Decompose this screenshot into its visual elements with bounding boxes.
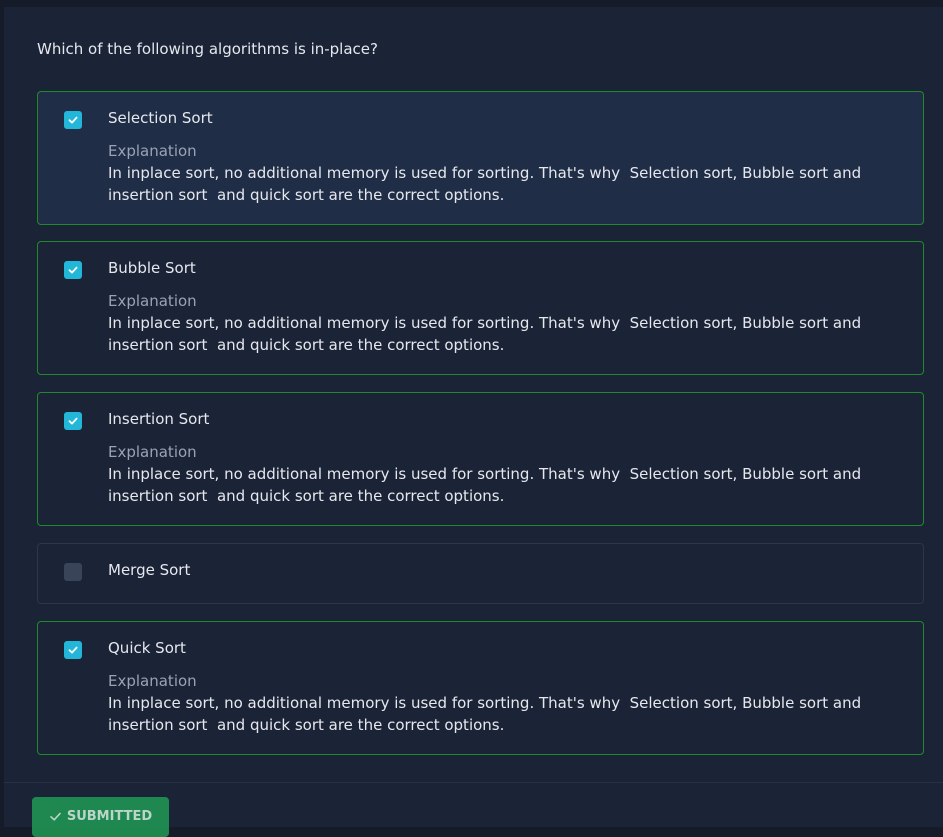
option-merge-sort[interactable]: Merge Sort bbox=[37, 543, 924, 604]
check-icon bbox=[50, 812, 61, 821]
option-bubble-sort[interactable]: Bubble Sort Explanation In inplace sort,… bbox=[37, 241, 924, 375]
option-label: Bubble Sort bbox=[108, 259, 196, 277]
explanation-text: In inplace sort, no additional memory is… bbox=[108, 694, 866, 734]
option-label: Selection Sort bbox=[108, 109, 213, 127]
divider bbox=[4, 782, 943, 783]
explanation-text: In inplace sort, no additional memory is… bbox=[108, 164, 866, 204]
explanation-text: In inplace sort, no additional memory is… bbox=[108, 314, 866, 354]
explanation-text: In inplace sort, no additional memory is… bbox=[108, 465, 866, 505]
check-icon bbox=[68, 116, 78, 124]
checkbox-checked[interactable] bbox=[64, 412, 82, 430]
check-icon bbox=[68, 266, 78, 274]
explanation-title: Explanation bbox=[108, 672, 197, 690]
option-label: Insertion Sort bbox=[108, 410, 210, 428]
explanation-title: Explanation bbox=[108, 443, 197, 461]
explanation-title: Explanation bbox=[108, 142, 197, 160]
submitted-label: SUBMITTED bbox=[66, 809, 153, 824]
submitted-button[interactable]: SUBMITTED bbox=[32, 797, 169, 837]
option-label: Quick Sort bbox=[108, 639, 186, 657]
checkbox-checked[interactable] bbox=[64, 261, 82, 279]
checkbox-checked[interactable] bbox=[64, 111, 82, 129]
option-selection-sort[interactable]: Selection Sort Explanation In inplace so… bbox=[37, 91, 924, 225]
option-quick-sort[interactable]: Quick Sort Explanation In inplace sort, … bbox=[37, 621, 924, 755]
option-label: Merge Sort bbox=[108, 561, 191, 579]
quiz-panel: Which of the following algorithms is in-… bbox=[4, 7, 943, 837]
question-text: Which of the following algorithms is in-… bbox=[37, 40, 378, 58]
check-icon bbox=[68, 417, 78, 425]
option-insertion-sort[interactable]: Insertion Sort Explanation In inplace so… bbox=[37, 392, 924, 526]
check-icon bbox=[68, 646, 78, 654]
checkbox-unchecked[interactable] bbox=[64, 563, 82, 581]
explanation-title: Explanation bbox=[108, 292, 197, 310]
checkbox-checked[interactable] bbox=[64, 641, 82, 659]
